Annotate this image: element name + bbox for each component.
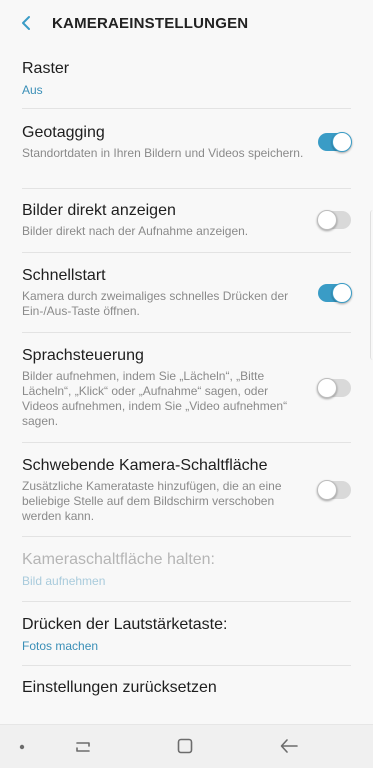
- setting-einstellungen-zuruecksetzen[interactable]: Einstellungen zurücksetzen: [0, 665, 373, 713]
- setting-title: Schwebende Kamera-Schaltfläche: [22, 457, 268, 474]
- setting-bilder-direkt-anzeigen[interactable]: Bilder direkt anzeigen Bilder direkt nac…: [0, 188, 373, 253]
- setting-value: Bild aufnehmen: [22, 574, 106, 588]
- schwebende-kamera-toggle[interactable]: [317, 480, 351, 500]
- setting-title: Schnellstart: [22, 267, 106, 284]
- setting-title: Bilder direkt anzeigen: [22, 202, 176, 219]
- setting-description: Standortdaten in Ihren Bildern und Video…: [22, 146, 304, 160]
- app-header: KAMERAEINSTELLUNGEN: [0, 0, 373, 46]
- setting-value: Aus: [22, 83, 43, 97]
- bilder-direkt-anzeigen-toggle[interactable]: [317, 210, 351, 230]
- setting-title: Einstellungen zurücksetzen: [22, 679, 217, 696]
- toggle-knob: [317, 210, 337, 230]
- setting-description: Bilder aufnehmen, indem Sie „Lächeln“, „…: [22, 369, 288, 428]
- setting-title: Drücken der Lautstärketaste:: [22, 616, 228, 633]
- chevron-left-icon: [22, 16, 30, 30]
- back-arrow-icon[interactable]: [279, 737, 299, 755]
- toggle-knob: [317, 377, 337, 398]
- setting-schnellstart[interactable]: Schnellstart Kamera durch zweimaliges sc…: [0, 252, 373, 333]
- setting-geotagging[interactable]: Geotagging Standortdaten in Ihren Bilder…: [0, 108, 373, 189]
- setting-raster[interactable]: Raster Aus: [0, 46, 373, 109]
- schnellstart-toggle[interactable]: [318, 282, 352, 303]
- page-title: KAMERAEINSTELLUNGEN: [52, 14, 249, 32]
- setting-title: Raster: [22, 60, 70, 77]
- sprachsteuerung-toggle[interactable]: [317, 377, 351, 398]
- setting-value: Fotos machen: [22, 639, 99, 653]
- setting-title: Geotagging: [22, 124, 105, 141]
- recent-apps-icon[interactable]: [74, 737, 92, 755]
- setting-sprachsteuerung[interactable]: Sprachsteuerung Bilder aufnehmen, indem …: [0, 332, 373, 443]
- toggle-knob: [317, 480, 337, 500]
- toggle-knob: [332, 282, 352, 303]
- setting-lautstaerketaste[interactable]: Drücken der Lautstärketaste: Fotos mache…: [0, 601, 373, 666]
- setting-description: Bilder direkt nach der Aufnahme anzeigen…: [22, 224, 249, 238]
- geotagging-toggle[interactable]: [318, 132, 352, 152]
- back-button[interactable]: [4, 1, 48, 45]
- setting-title: Kameraschaltfläche halten:: [22, 551, 215, 568]
- dot-icon: [19, 744, 25, 750]
- setting-schwebende-kamera-schaltflaeche[interactable]: Schwebende Kamera-Schaltfläche Zusätzlic…: [0, 442, 373, 537]
- settings-list: Raster Aus Geotagging Standortdaten in I…: [0, 46, 373, 713]
- navigation-bar: [0, 724, 373, 768]
- home-icon[interactable]: [176, 737, 194, 755]
- setting-description: Kamera durch zweimaliges schnelles Drück…: [22, 289, 289, 318]
- toggle-knob: [332, 132, 352, 152]
- setting-kameraschaltflaeche-halten: Kameraschaltfläche halten: Bild aufnehme…: [0, 536, 373, 602]
- setting-title: Sprachsteuerung: [22, 347, 144, 364]
- setting-description: Zusätzliche Kamerataste hinzufügen, die …: [22, 479, 282, 523]
